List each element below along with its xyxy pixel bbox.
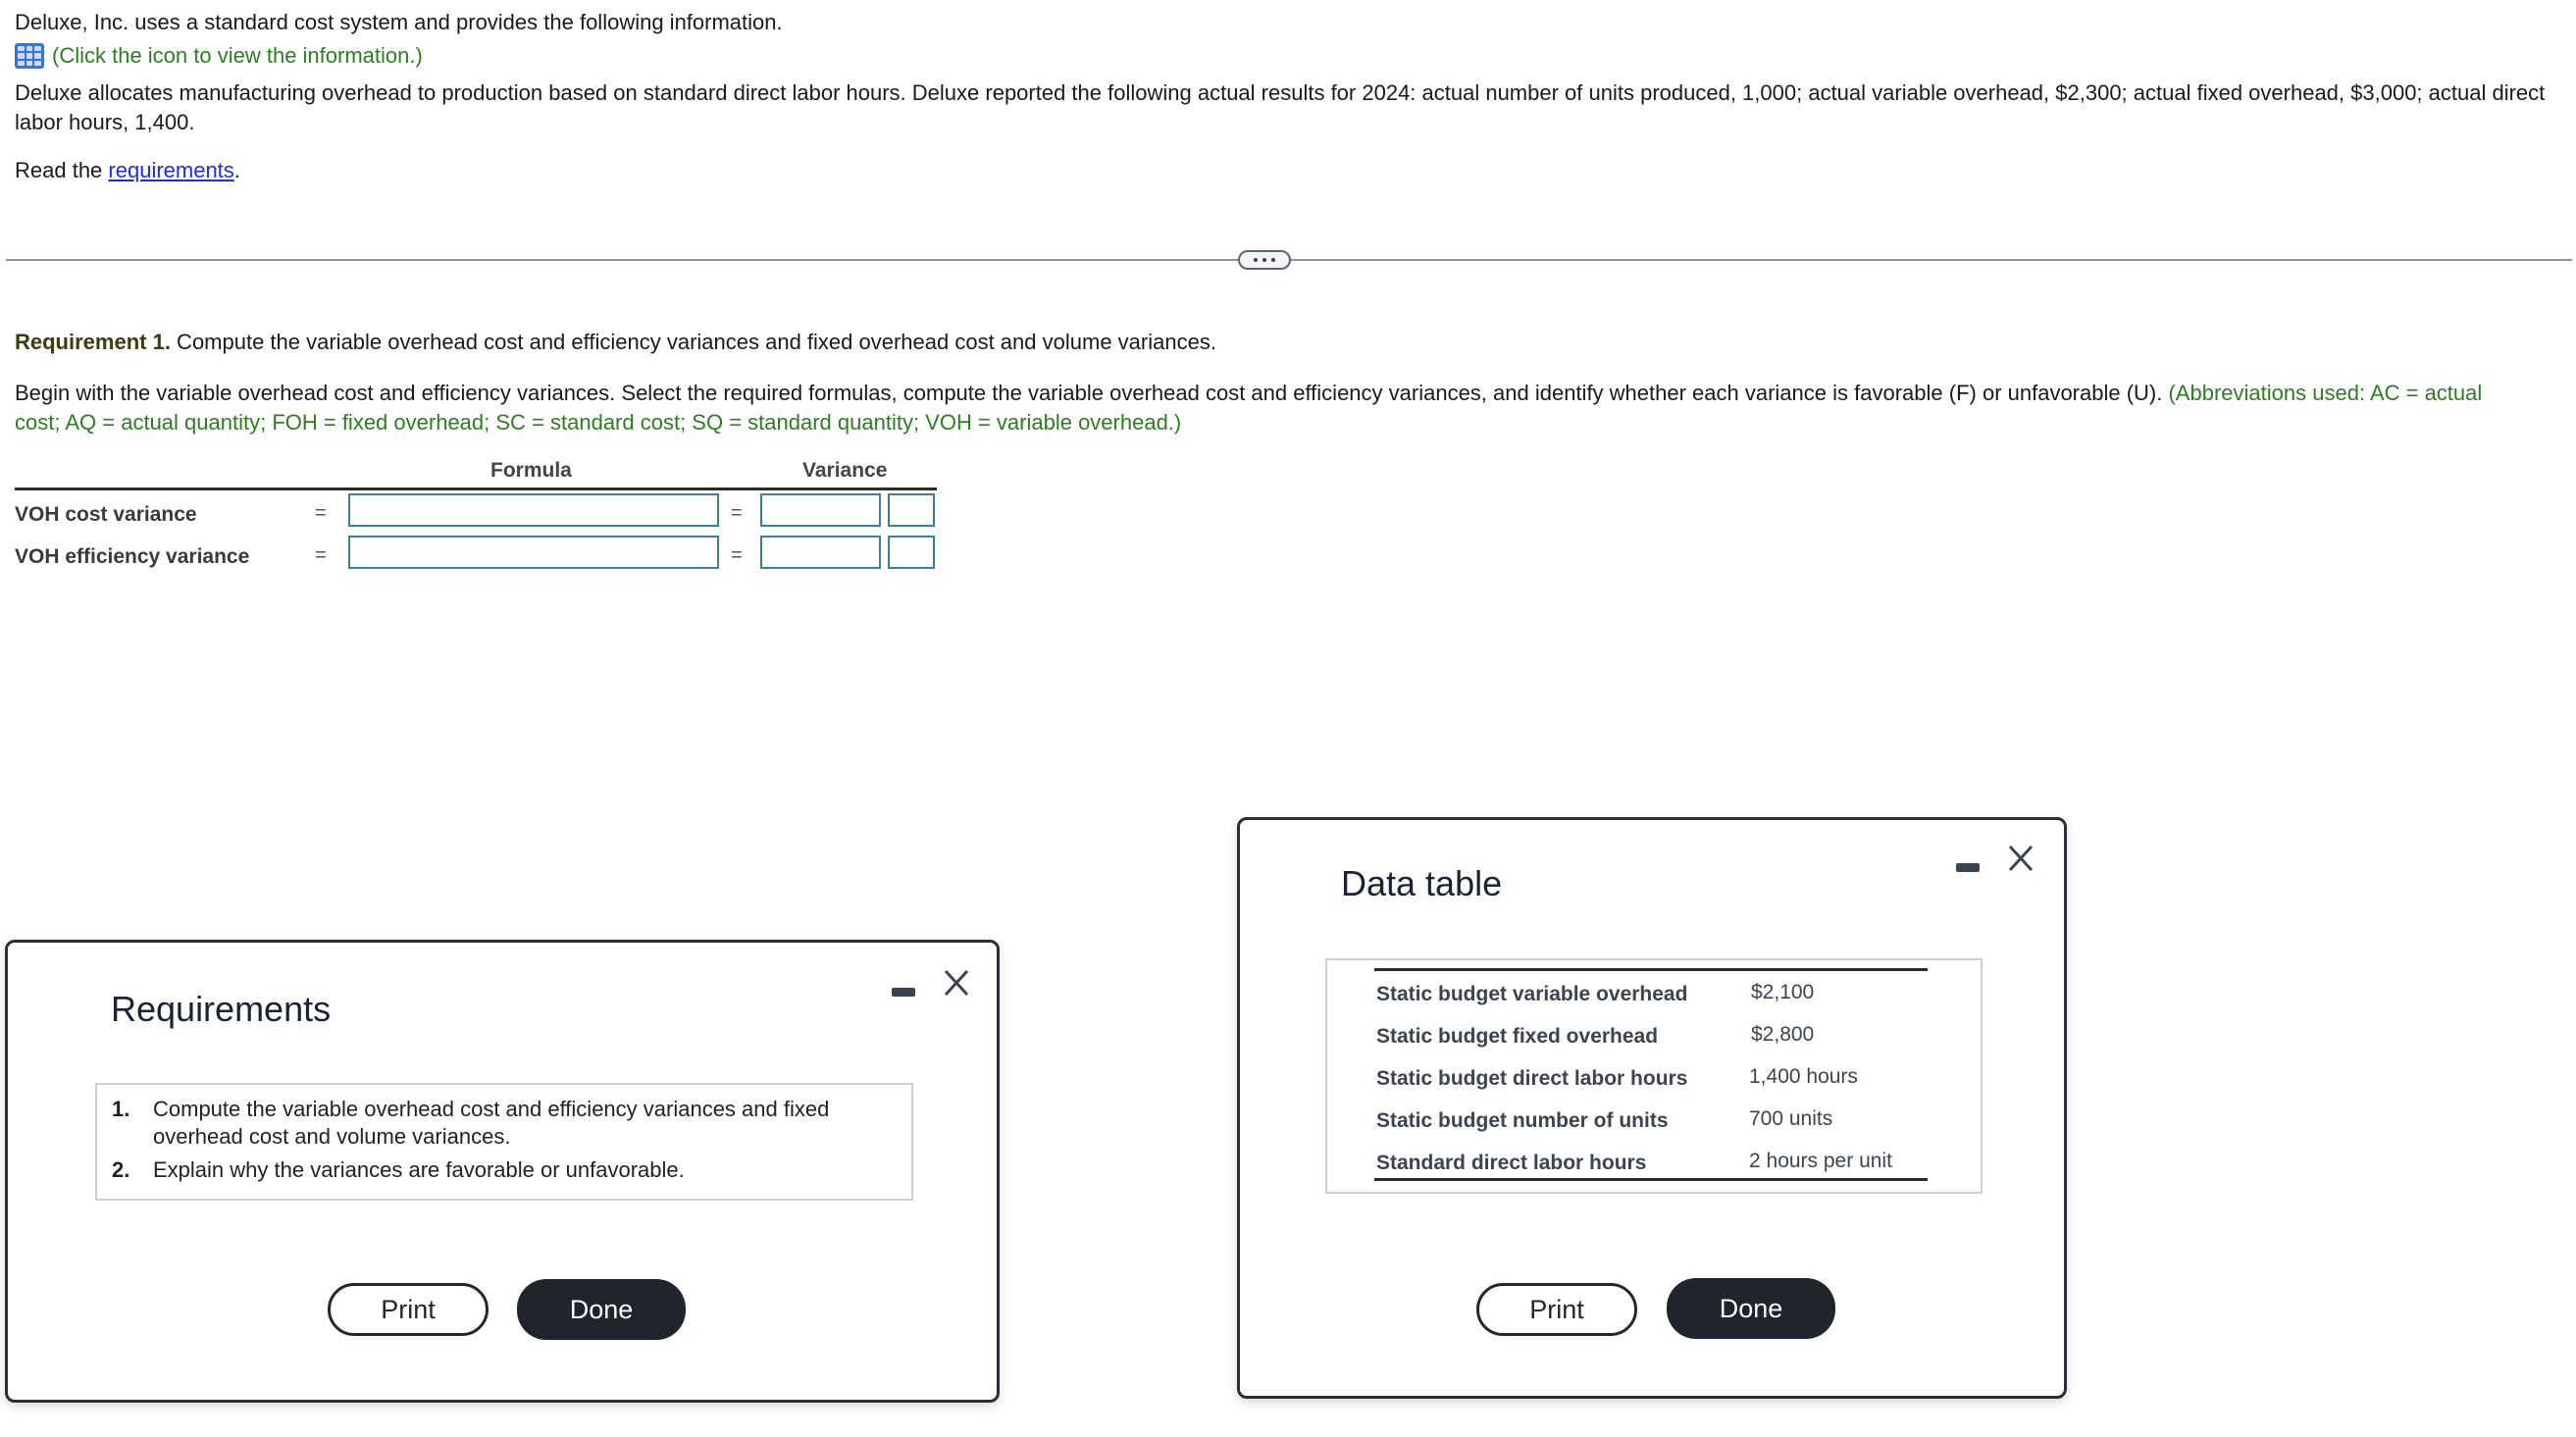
data-row-value: 1,400 hours (1749, 1065, 1858, 1088)
data-row-value: $2,100 (1751, 981, 1815, 1003)
problem-paragraph: Deluxe allocates manufacturing overhead … (15, 80, 2546, 134)
requirement-1-label: Requirement 1. (15, 330, 171, 354)
requirement-text: Explain why the variances are favorable … (153, 1157, 685, 1182)
requirement-item: 1. Compute the variable overhead cost an… (112, 1096, 857, 1151)
done-button[interactable]: Done (1667, 1278, 1835, 1339)
data-row-label: Static budget direct labor hours (1376, 1067, 1688, 1090)
intro-text: Deluxe, Inc. uses a standard cost system… (15, 10, 783, 34)
requirements-link[interactable]: requirements (108, 158, 233, 182)
info-link-text[interactable]: (Click the icon to view the information.… (52, 41, 423, 71)
modal-title: Requirements (111, 989, 332, 1029)
data-row-label: Static budget variable overhead (1376, 983, 1688, 1005)
requirement-number: 2. (112, 1157, 130, 1182)
requirement-text: Compute the variable overhead cost and e… (153, 1097, 830, 1149)
voh-efficiency-fu-field[interactable] (890, 538, 933, 567)
instructions-paragraph: Begin with the variable overhead cost an… (15, 379, 2506, 437)
voh-cost-formula-input[interactable] (348, 493, 719, 527)
voh-efficiency-variance-field[interactable] (762, 538, 879, 567)
dot (1262, 258, 1266, 262)
minimize-icon[interactable] (1956, 863, 1980, 872)
data-row-value: 700 units (1749, 1107, 1833, 1130)
formula-column-header: Formula (490, 459, 572, 482)
close-icon[interactable] (2006, 844, 2035, 873)
variance-column-header: Variance (802, 459, 888, 482)
requirement-1-heading: Requirement 1. Compute the variable over… (15, 328, 1216, 357)
voh-efficiency-fu-select[interactable] (888, 536, 935, 569)
requirement-number: 1. (112, 1097, 130, 1121)
voh-cost-variance-field[interactable] (762, 495, 879, 525)
data-table-modal: Data table Static budget variable overhe… (1237, 817, 2067, 1399)
table-bottom-rule (1374, 1178, 1928, 1181)
row-label-voh-cost: VOH cost variance (15, 503, 197, 526)
requirement-1-text: Compute the variable overhead cost and e… (170, 330, 1216, 354)
requirement-item: 2. Explain why the variances are favorab… (112, 1156, 857, 1184)
voh-cost-fu-select[interactable] (888, 493, 935, 527)
row-label-voh-efficiency: VOH efficiency variance (15, 545, 250, 568)
table-top-rule (1374, 968, 1928, 971)
modal-title: Data table (1341, 863, 1503, 903)
info-link-row[interactable]: (Click the icon to view the information.… (15, 41, 423, 71)
voh-cost-variance-input[interactable] (760, 493, 881, 527)
instructions-text: Begin with the variable overhead cost an… (15, 381, 2169, 405)
data-row-label: Standard direct labor hours (1376, 1152, 1647, 1174)
equals-sign: = (315, 502, 327, 524)
read-prefix: Read the (15, 158, 109, 182)
voh-efficiency-formula-input[interactable] (348, 536, 719, 569)
table-header-rule (15, 488, 937, 490)
data-row-label: Static budget fixed overhead (1376, 1025, 1659, 1048)
data-table: Static budget variable overhead $2,100 S… (1325, 958, 1983, 1194)
done-button[interactable]: Done (517, 1279, 686, 1340)
data-row-value: 2 hours per unit (1749, 1150, 1892, 1172)
dot (1271, 258, 1275, 262)
voh-efficiency-variance-input[interactable] (760, 536, 881, 569)
equals-sign: = (315, 544, 327, 566)
requirements-list: 1. Compute the variable overhead cost an… (95, 1083, 913, 1201)
equals-sign: = (731, 544, 743, 566)
voh-cost-formula-field[interactable] (350, 495, 717, 525)
data-row-label: Static budget number of units (1376, 1109, 1669, 1132)
data-row-value: $2,800 (1751, 1023, 1815, 1046)
equals-sign: = (731, 502, 743, 524)
divider-expand-button[interactable] (1238, 250, 1291, 270)
requirements-modal: Requirements 1. Compute the variable ove… (5, 940, 1000, 1403)
read-requirements-line: Read the requirements. (15, 156, 240, 185)
print-button[interactable]: Print (1476, 1283, 1637, 1336)
read-suffix: . (233, 158, 240, 182)
minimize-icon[interactable] (892, 988, 915, 997)
more-horizontal-icon (1254, 258, 1258, 262)
close-icon[interactable] (942, 968, 971, 998)
voh-cost-fu-field[interactable] (890, 495, 933, 525)
table-grid-icon[interactable] (15, 43, 44, 69)
print-button[interactable]: Print (328, 1283, 489, 1336)
voh-efficiency-formula-field[interactable] (350, 538, 717, 567)
